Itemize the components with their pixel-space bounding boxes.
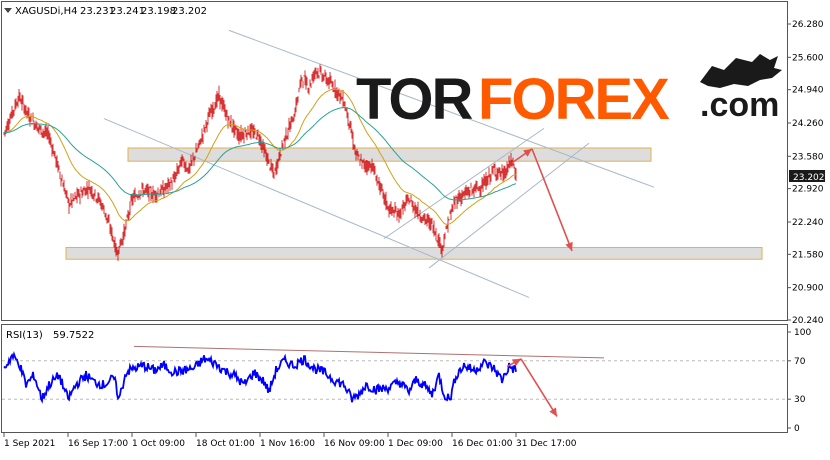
rsi-label: RSI(13): [6, 330, 43, 341]
price-tick-label: 20.240: [792, 316, 824, 326]
time-tick-label: 1 Oct 09:00: [132, 439, 185, 449]
logo-forex: FOREX: [478, 67, 670, 132]
rsi-pane-frame: [1, 324, 788, 433]
logo-tor: TOR: [356, 67, 472, 132]
time-tick-label: 1 Dec 09:00: [388, 439, 443, 449]
resistance-zone: [127, 147, 652, 162]
time-tick-label: 1 Nov 16:00: [260, 439, 315, 449]
symbol-label: XAGUSDi,H4: [15, 6, 77, 17]
price-tick-label: 22.920: [792, 185, 824, 195]
price-tick-label: 20.900: [792, 284, 824, 294]
price-tick-label: 23.580: [792, 152, 824, 162]
ohlc-high: 23.241: [110, 6, 145, 17]
price-tick-label: 24.260: [792, 119, 824, 129]
time-tick-label: 16 Sep 17:00: [68, 439, 128, 449]
time-tick-label: 16 Nov 09:00: [324, 439, 385, 449]
rsi-tick-label: 70: [794, 357, 806, 367]
price-chart[interactable]: 26.280 25.600 24.940 24.260 23.580 22.920 22.2…: [0, 0, 830, 455]
ohlc-close: 23.202: [172, 6, 207, 17]
ohlc-low: 23.198: [141, 6, 176, 17]
current-price-label: 23.202: [793, 173, 825, 183]
time-tick-label: 16 Dec 01:00: [452, 439, 513, 449]
rsi-tick-label: 100: [794, 328, 811, 338]
rsi-tick-label: 30: [794, 395, 806, 405]
price-tick-label: 22.240: [792, 218, 824, 228]
rsi-value: 59.7522: [53, 330, 94, 341]
time-tick-label: 31 Dec 17:00: [516, 439, 577, 449]
time-tick-label: 1 Sep 2021: [4, 439, 55, 449]
price-tick-label: 26.280: [792, 20, 824, 30]
logo-com: .com: [700, 86, 779, 124]
rsi-tick-label: 0: [794, 424, 800, 434]
price-tick-label: 24.940: [792, 86, 824, 96]
price-tick-label: 25.600: [792, 53, 824, 63]
time-tick-label: 18 Oct 01:00: [196, 439, 255, 449]
price-tick-label: 21.580: [792, 250, 824, 260]
current-price-badge: 23.202: [789, 170, 825, 183]
